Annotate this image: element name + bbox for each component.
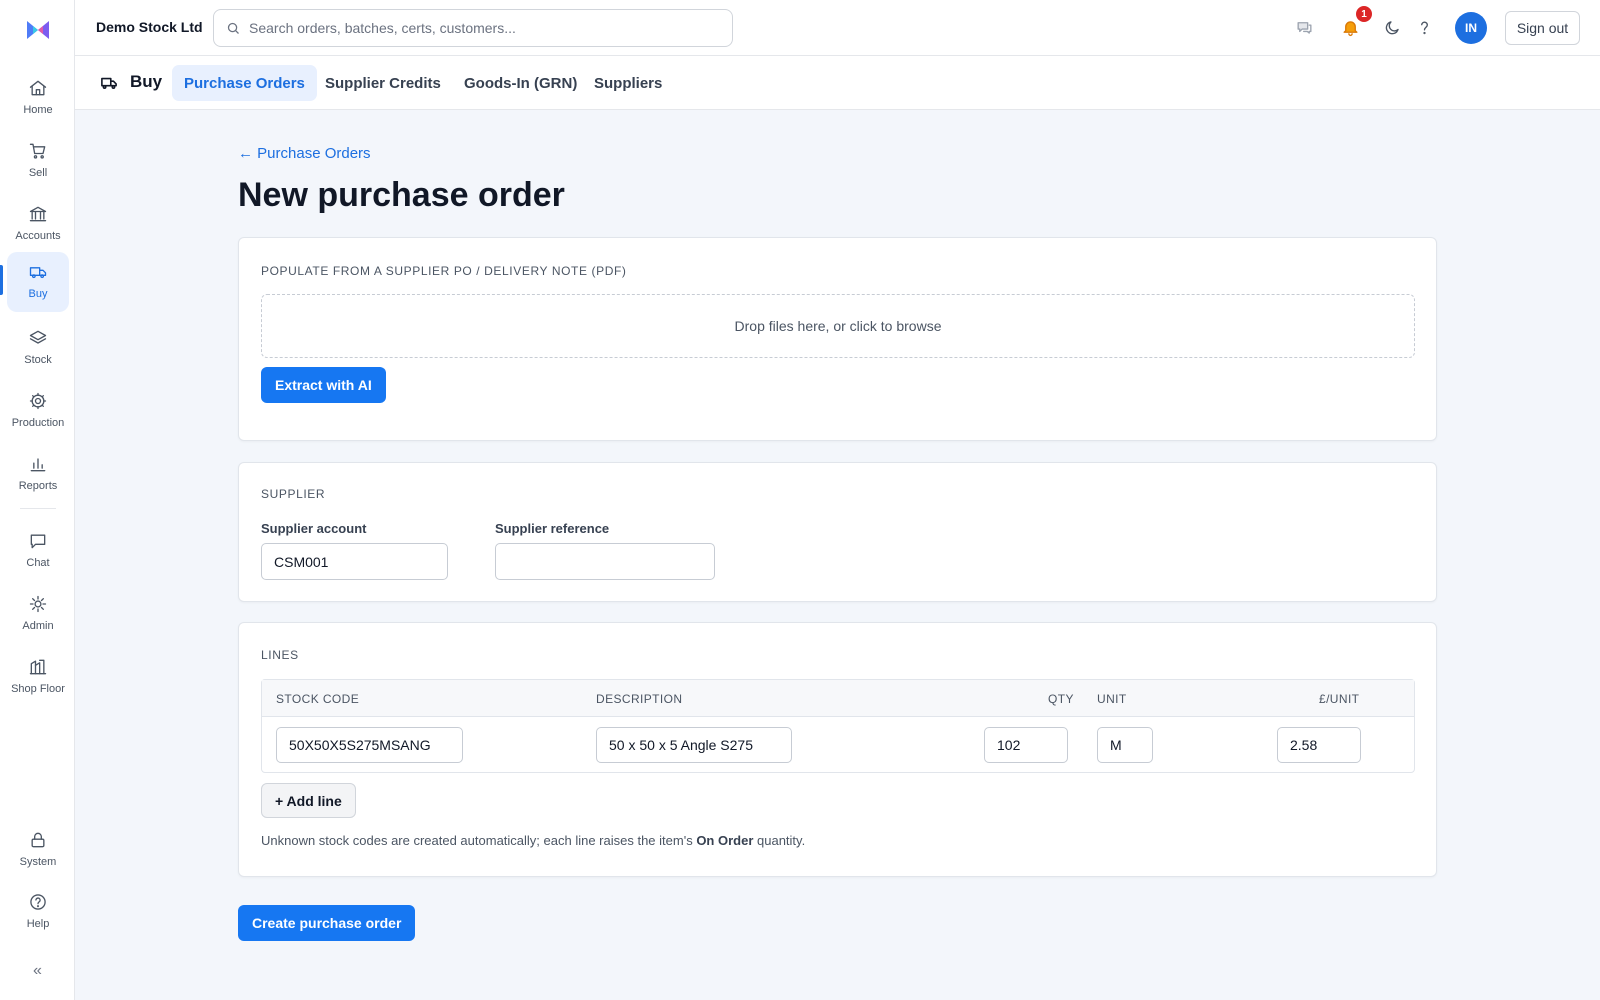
- sidebar-item-stock[interactable]: Stock: [7, 318, 69, 378]
- sidebar-item-label: Sell: [28, 167, 48, 179]
- column-header-price-per-unit: £/UNIT: [1319, 692, 1360, 706]
- supplier-card: SUPPLIER Supplier account Supplier refer…: [238, 462, 1437, 602]
- add-line-button[interactable]: + Add line: [261, 783, 356, 818]
- sidebar-item-label: Home: [23, 104, 53, 116]
- column-header-qty: QTY: [1048, 692, 1074, 706]
- hint-bold-text: On Order: [696, 833, 754, 848]
- sidebar-item-help[interactable]: Help: [7, 882, 69, 942]
- app-logo[interactable]: [25, 18, 51, 42]
- line-stock-code-field[interactable]: [276, 727, 463, 763]
- column-header-description: DESCRIPTION: [596, 692, 683, 706]
- chat-icon: [30, 534, 46, 549]
- sidebar-item-label: Help: [26, 918, 50, 930]
- extract-with-ai-button[interactable]: Extract with AI: [261, 367, 386, 403]
- top-bar: Demo Stock Ltd 1 IN Sign out: [75, 0, 1600, 56]
- bell-icon: [1342, 20, 1358, 36]
- tab-purchase-orders[interactable]: Purchase Orders: [172, 65, 317, 101]
- search-icon: [227, 22, 239, 34]
- sidebar-item-label: Admin: [22, 620, 54, 632]
- sidebar: Home Sell Accounts Buy Stock Production …: [0, 0, 75, 1000]
- sidebar-item-chat[interactable]: Chat: [7, 521, 69, 581]
- hint-text-end: quantity.: [753, 833, 806, 848]
- sidebar-item-reports[interactable]: Reports: [7, 444, 69, 504]
- chat-bubbles-icon: [1296, 21, 1312, 34]
- sidebar-item-home[interactable]: Home: [7, 68, 69, 128]
- supplier-reference-field[interactable]: [495, 543, 715, 580]
- truck-icon: [101, 76, 117, 90]
- lines-card: LINES STOCK CODE DESCRIPTION QTY UNIT £/…: [238, 622, 1437, 877]
- populate-from-pdf-card: POPULATE FROM A SUPPLIER PO / DELIVERY N…: [238, 237, 1437, 441]
- sidebar-item-sell[interactable]: Sell: [7, 131, 69, 191]
- cart-icon: [29, 143, 46, 159]
- lines-table-header: STOCK CODE DESCRIPTION QTY UNIT £/UNIT: [262, 680, 1414, 717]
- bar-chart-icon: [30, 458, 46, 472]
- populate-section-title: POPULATE FROM A SUPPLIER PO / DELIVERY N…: [261, 264, 627, 278]
- question-icon: [1420, 21, 1428, 34]
- search-input[interactable]: [249, 20, 719, 36]
- sidebar-item-admin[interactable]: Admin: [7, 584, 69, 644]
- supplier-reference-label: Supplier reference: [495, 521, 610, 536]
- create-purchase-order-button[interactable]: Create purchase order: [238, 905, 416, 941]
- line-description-field[interactable]: [596, 727, 792, 763]
- global-search[interactable]: [213, 9, 733, 47]
- sidebar-item-label: Production: [11, 417, 65, 429]
- avatar[interactable]: IN: [1455, 12, 1487, 44]
- collapse-sidebar-button[interactable]: «: [0, 962, 75, 980]
- tab-suppliers[interactable]: Suppliers: [582, 65, 674, 101]
- home-icon: [29, 80, 47, 96]
- factory-icon: [29, 659, 47, 675]
- company-name[interactable]: Demo Stock Ltd: [96, 19, 203, 35]
- sidebar-item-label: Accounts: [15, 230, 61, 242]
- notification-badge: 1: [1356, 6, 1372, 22]
- layers-icon: [29, 330, 47, 344]
- line-price-field[interactable]: [1277, 727, 1361, 763]
- column-header-stock-code: STOCK CODE: [276, 692, 360, 706]
- sidebar-item-buy[interactable]: Buy: [7, 252, 69, 312]
- messages-button[interactable]: [1293, 16, 1315, 38]
- file-dropzone[interactable]: Drop files here, or click to browse: [261, 294, 1415, 358]
- nav-divider: [20, 508, 56, 509]
- sidebar-item-label: Shop Floor: [11, 683, 65, 695]
- sidebar-item-shop-floor[interactable]: Shop Floor: [7, 647, 69, 707]
- hint-text: Unknown stock codes are created automati…: [261, 833, 697, 848]
- sidebar-item-label: Buy: [28, 288, 48, 300]
- lock-icon: [31, 832, 45, 848]
- sidebar-item-label: System: [19, 856, 57, 868]
- sidebar-item-production[interactable]: Production: [7, 381, 69, 441]
- line-unit-field[interactable]: [1097, 727, 1153, 763]
- sidebar-item-label: Chat: [26, 557, 50, 569]
- sidebar-item-label: Reports: [18, 480, 58, 492]
- bank-icon: [29, 206, 47, 222]
- help-icon: [30, 894, 46, 910]
- page-title: New purchase order: [238, 176, 565, 214]
- supplier-section-title: SUPPLIER: [261, 487, 326, 501]
- back-to-purchase-orders-link[interactable]: ← Purchase Orders: [238, 145, 371, 162]
- sidebar-item-system[interactable]: System: [7, 820, 69, 880]
- line-qty-field[interactable]: [984, 727, 1068, 763]
- supplier-account-label: Supplier account: [261, 521, 367, 536]
- tab-goods-in[interactable]: Goods-In (GRN): [452, 65, 589, 101]
- lines-table: STOCK CODE DESCRIPTION QTY UNIT £/UNIT: [261, 679, 1415, 773]
- lines-hint: Unknown stock codes are created automati…: [261, 833, 805, 848]
- gear-icon: [29, 392, 47, 410]
- lines-section-title: LINES: [261, 648, 299, 662]
- help-button[interactable]: [1413, 16, 1435, 38]
- sign-out-button[interactable]: Sign out: [1505, 11, 1580, 45]
- tab-supplier-credits[interactable]: Supplier Credits: [313, 65, 453, 101]
- supplier-account-field[interactable]: [261, 543, 448, 580]
- sidebar-item-accounts[interactable]: Accounts: [7, 194, 69, 254]
- section-title: Buy: [130, 72, 163, 91]
- section-nav: Buy Purchase Orders Supplier Credits Goo…: [75, 56, 1600, 110]
- truck-icon: [29, 267, 47, 279]
- moon-icon: [1385, 20, 1399, 34]
- theme-toggle-button[interactable]: [1381, 16, 1403, 38]
- sidebar-item-label: Stock: [24, 354, 52, 366]
- active-indicator: [0, 265, 3, 295]
- sun-cog-icon: [29, 595, 47, 613]
- column-header-unit: UNIT: [1097, 692, 1127, 706]
